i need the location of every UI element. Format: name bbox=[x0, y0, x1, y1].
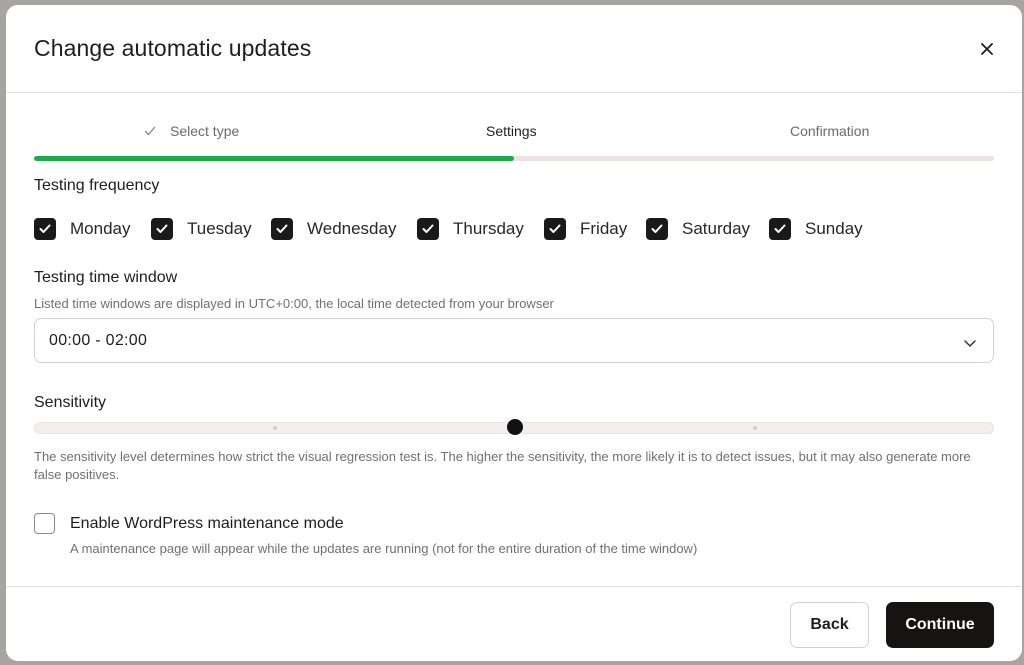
chevron-down-icon bbox=[963, 335, 977, 347]
step-confirmation: Confirmation bbox=[790, 123, 870, 139]
check-icon bbox=[144, 124, 156, 136]
maintenance-checkbox[interactable] bbox=[34, 513, 55, 534]
day-saturday[interactable]: Saturday bbox=[646, 216, 750, 242]
time-window-title: Testing time window bbox=[34, 269, 178, 286]
slider-thumb[interactable] bbox=[507, 419, 523, 435]
day-label: Thursday bbox=[453, 219, 524, 238]
continue-button[interactable]: Continue bbox=[886, 602, 994, 648]
slider-step-dot bbox=[753, 426, 757, 430]
time-window-value: 00:00 - 02:00 bbox=[49, 332, 148, 349]
day-label: Tuesday bbox=[187, 219, 252, 238]
day-thursday[interactable]: Thursday bbox=[417, 216, 524, 242]
stepper: Select type Settings Confirmation bbox=[34, 121, 994, 161]
sensitivity-title: Sensitivity bbox=[34, 394, 107, 411]
checkbox-checked[interactable] bbox=[544, 218, 566, 240]
day-label: Wednesday bbox=[307, 219, 397, 238]
day-tuesday[interactable]: Tuesday bbox=[151, 216, 252, 242]
day-monday[interactable]: Monday bbox=[34, 216, 130, 242]
checkbox-checked[interactable] bbox=[151, 218, 173, 240]
day-label: Monday bbox=[70, 219, 131, 238]
step-settings: Settings bbox=[486, 123, 537, 139]
day-label: Saturday bbox=[682, 219, 751, 238]
sensitivity-slider[interactable] bbox=[34, 419, 994, 435]
sensitivity-description: The sensitivity level determines how str… bbox=[34, 449, 971, 482]
modal-title: Change automatic updates bbox=[34, 35, 312, 61]
checkbox-checked[interactable] bbox=[271, 218, 293, 240]
day-sunday[interactable]: Sunday bbox=[769, 216, 863, 242]
maintenance-hint: A maintenance page will appear while the… bbox=[70, 541, 698, 556]
day-friday[interactable]: Friday bbox=[544, 216, 627, 242]
change-updates-modal: Change automatic updates Select type Set… bbox=[6, 5, 1022, 661]
day-checkboxes: Monday Tuesday Wednesday Thursday Friday… bbox=[34, 216, 994, 242]
modal-footer: Back Continue bbox=[6, 586, 1022, 661]
step-progress-fill bbox=[34, 156, 514, 161]
checkbox-checked[interactable] bbox=[769, 218, 791, 240]
checkbox-checked[interactable] bbox=[417, 218, 439, 240]
frequency-title: Testing frequency bbox=[34, 177, 160, 194]
maintenance-label[interactable]: Enable WordPress maintenance mode bbox=[70, 515, 344, 533]
step-select-type[interactable]: Select type bbox=[170, 123, 239, 139]
day-wednesday[interactable]: Wednesday bbox=[271, 216, 396, 242]
day-label: Friday bbox=[580, 219, 628, 238]
slider-step-dot bbox=[273, 426, 277, 430]
checkbox-checked[interactable] bbox=[646, 218, 668, 240]
close-icon[interactable] bbox=[978, 40, 996, 58]
modal-header: Change automatic updates bbox=[6, 5, 1022, 93]
checkbox-checked[interactable] bbox=[34, 218, 56, 240]
day-label: Sunday bbox=[805, 219, 863, 238]
back-button[interactable]: Back bbox=[790, 602, 869, 648]
step-progress-track bbox=[34, 156, 994, 161]
time-window-hint: Listed time windows are displayed in UTC… bbox=[34, 296, 554, 311]
time-window-select[interactable]: 00:00 - 02:00 bbox=[34, 318, 994, 363]
